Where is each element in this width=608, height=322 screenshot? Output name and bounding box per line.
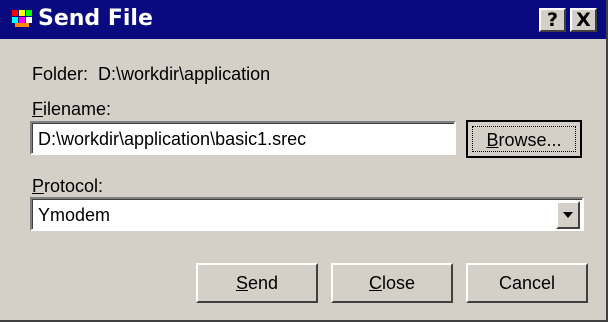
filename-value: D:\workdir\application\basic1.srec <box>38 129 307 149</box>
close-window-button[interactable]: X <box>570 8 597 32</box>
help-icon: ? <box>546 9 559 31</box>
protocol-dropdown-button[interactable] <box>556 201 580 229</box>
send-file-dialog: Send File ? X Folder: D:\workdir\applica… <box>0 0 608 322</box>
close-icon: X <box>576 9 591 31</box>
protocol-label: Protocol: <box>32 176 104 196</box>
window-title: Send File <box>38 6 153 31</box>
send-button[interactable]: Send <box>196 263 318 303</box>
folder-label: Folder: <box>32 64 89 84</box>
cancel-button[interactable]: Cancel <box>466 263 588 303</box>
browse-button[interactable]: Browse... <box>466 120 582 158</box>
chevron-down-icon <box>563 212 573 218</box>
title-bar[interactable]: Send File ? X <box>0 0 606 39</box>
help-button[interactable]: ? <box>539 8 566 32</box>
protocol-select[interactable]: Ymodem <box>30 197 584 231</box>
filename-input[interactable]: D:\workdir\application\basic1.srec <box>30 121 456 155</box>
filename-label: Filename: <box>32 99 112 119</box>
close-button[interactable]: Close <box>331 263 453 303</box>
protocol-value: Ymodem <box>38 205 111 225</box>
terminal-app-icon <box>12 10 32 27</box>
folder-path: D:\workdir\application <box>98 64 271 84</box>
focus-rect <box>472 126 576 152</box>
folder-row: Folder: D:\workdir\application <box>32 63 270 85</box>
